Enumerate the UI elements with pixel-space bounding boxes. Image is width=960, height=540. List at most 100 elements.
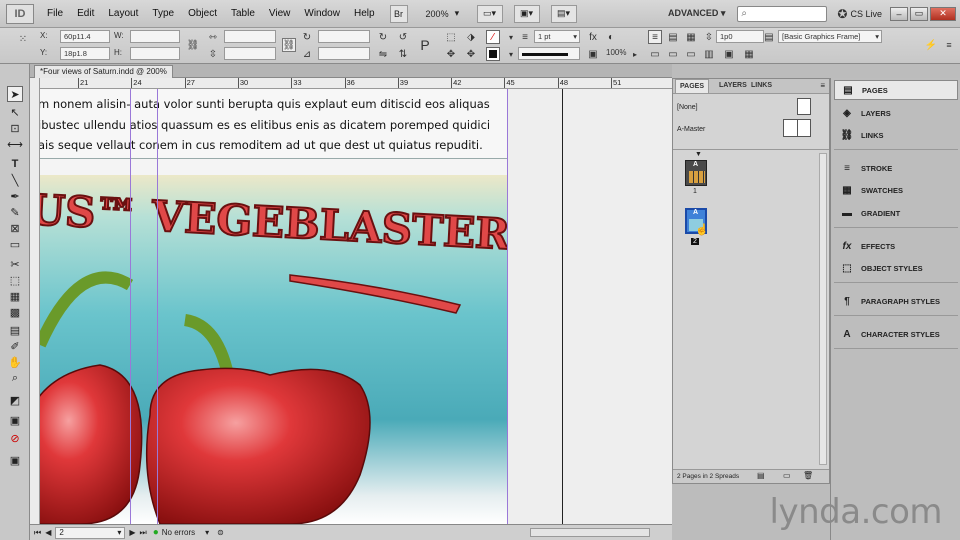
page-tool-icon[interactable]: ⊡ [7,120,23,136]
a-master-thumbnail[interactable] [783,119,811,137]
menu-help[interactable]: Help [347,0,382,28]
artwork-image[interactable]: US™ VEGEBLASTERS [40,175,508,524]
line-tool-icon[interactable]: ╲ [7,172,23,188]
dock-item-pages[interactable]: ▤ PAGES [834,80,958,100]
stroke-swatch-icon[interactable] [486,47,500,61]
rotation-field[interactable] [318,30,370,43]
note-tool-icon[interactable]: ▤ [7,322,23,338]
none-master-thumbnail[interactable] [797,98,811,115]
document-canvas[interactable]: m nonem alisin- auta volor sunti berupta… [40,89,672,524]
flip-vertical-icon[interactable]: ⇅ [396,47,410,61]
select-previous-icon[interactable]: ✥ [444,47,458,61]
scale-y-field[interactable] [224,47,276,60]
text-frame[interactable]: m nonem alisin- auta volor sunti berupta… [40,89,508,159]
gradient-swatch-tool-icon[interactable]: ▦ [7,288,23,304]
column-guide[interactable] [157,89,158,524]
constrain-scale-icon[interactable]: ⛓ [282,38,296,52]
flip-horizontal-icon[interactable]: ⇋ [376,47,390,61]
text-wrap-bbox-icon[interactable]: ▤ [666,30,680,44]
stroke-weight-field[interactable]: 1 pt ▾ [534,30,580,43]
document-tab[interactable]: *Four views of Saturn.indd @ 200% [34,65,173,78]
selection-tool-icon[interactable]: ➤ [7,86,23,102]
panel-menu-icon[interactable]: ≡ [820,81,825,90]
horizontal-scrollbar[interactable] [530,528,650,537]
a-master-label[interactable]: A-Master [677,126,705,133]
stroke-type-dropdown[interactable] [518,47,580,60]
page-size-icon[interactable]: ▤ [757,471,765,480]
eyedropper-tool-icon[interactable]: ✐ [7,338,23,354]
minimize-button[interactable]: – [890,6,908,21]
rectangle-frame-tool-icon[interactable]: ⊠ [7,220,23,236]
object-style-dropdown[interactable]: [Basic Graphics Frame] ▾ [778,30,882,43]
pages-scrollbar[interactable] [819,153,827,465]
tab-links[interactable]: LINKS [747,79,776,93]
effects-fx-icon[interactable]: fx [586,30,600,44]
zoom-tool-icon[interactable]: ⌕ [7,370,23,386]
menu-view[interactable]: View [262,0,298,28]
text-wrap-none-icon[interactable]: ≡ [648,30,662,44]
rotate-cw-icon[interactable]: ↻ [376,30,390,44]
opacity-dropdown-icon[interactable]: ▸ [628,47,642,61]
bridge-button[interactable]: Br [389,4,408,23]
fit-content-icon[interactable]: ▦ [742,47,756,61]
align-bottom-icon[interactable]: ▭ [684,47,698,61]
width-field[interactable] [130,30,180,43]
tab-layers[interactable]: LAYERS [715,79,751,93]
menu-table[interactable]: Table [224,0,262,28]
tab-pages[interactable]: PAGES [675,79,709,93]
new-page-icon[interactable]: ▭ [783,471,791,480]
dock-item-links[interactable]: ⛓ LINKS [834,125,958,145]
fill-swatch-icon[interactable]: ⁄ [486,30,500,44]
dock-item-swatches[interactable]: ▦ SWATCHES [834,180,958,200]
drop-shadow-icon[interactable]: ▣ [586,47,600,61]
direct-selection-tool-icon[interactable]: ↖ [7,104,23,120]
height-field[interactable] [130,47,180,60]
dock-item-object-styles[interactable]: ⬚ OBJECT STYLES [834,258,958,278]
scissors-tool-icon[interactable]: ✂ [7,256,23,272]
select-content-icon[interactable]: ⬗ [464,30,478,44]
screen-mode-icon[interactable]: ▣ [7,452,23,468]
rectangle-tool-icon[interactable]: ▭ [7,236,23,252]
maximize-button[interactable]: ▭ [910,6,928,21]
select-container-icon[interactable]: ⬚ [444,30,458,44]
column-guide[interactable] [130,89,131,524]
menu-window[interactable]: Window [297,0,347,28]
pen-tool-icon[interactable]: ✒ [7,188,23,204]
dock-item-gradient[interactable]: ▬ GRADIENT [834,203,958,223]
screen-mode-button[interactable]: ▣▾ [513,4,540,23]
apply-none-icon[interactable]: ⊘ [7,430,23,446]
align-center-icon[interactable]: ▭ [666,47,680,61]
close-window-button[interactable]: ✕ [930,6,956,21]
align-top-icon[interactable]: ▭ [648,47,662,61]
type-tool-icon[interactable]: T [7,156,23,172]
zoom-level-dropdown[interactable]: 200% ▾ [423,5,467,23]
none-master-label[interactable]: [None] [677,104,698,111]
cs-live-button[interactable]: CS Live [850,9,882,19]
dock-item-layers[interactable]: ◈ LAYERS [834,103,958,123]
menu-file[interactable]: File [40,0,70,28]
help-search-input[interactable]: ⌕ [737,5,828,22]
delete-page-icon[interactable]: 🗑 [803,471,813,480]
fill-dropdown-icon[interactable]: ▾ [504,30,518,44]
rotate-ccw-icon[interactable]: ↺ [396,30,410,44]
y-position-field[interactable]: 18p1.8 [60,47,110,60]
scale-x-field[interactable] [224,30,276,43]
dock-item-effects[interactable]: fx EFFECTS [834,236,958,256]
dock-item-character-styles[interactable]: A CHARACTER STYLES [834,324,958,344]
formatting-affects-container-icon[interactable]: ▣ [7,412,23,428]
preflight-menu-icon[interactable]: ⊜ [217,528,224,537]
menu-edit[interactable]: Edit [70,0,101,28]
stroke-dropdown-icon[interactable]: ▾ [504,47,518,61]
spacing-field[interactable]: 1p0 [716,30,764,43]
page-1-thumbnail[interactable]: A [685,160,707,186]
first-page-icon[interactable]: ⏮ [34,528,41,538]
gap-tool-icon[interactable]: ⟷ [7,136,23,152]
pencil-tool-icon[interactable]: ✎ [7,204,23,220]
constrain-proportions-icon[interactable]: ⛓ [186,38,200,52]
gradient-feather-tool-icon[interactable]: ▩ [7,304,23,320]
menu-type[interactable]: Type [145,0,181,28]
previous-page-icon[interactable]: ◀ [45,528,51,537]
dock-item-stroke[interactable]: ≡ STROKE [834,158,958,178]
arrange-documents-button[interactable]: ▤▾ [550,4,577,23]
select-next-icon[interactable]: ✥ [464,47,478,61]
